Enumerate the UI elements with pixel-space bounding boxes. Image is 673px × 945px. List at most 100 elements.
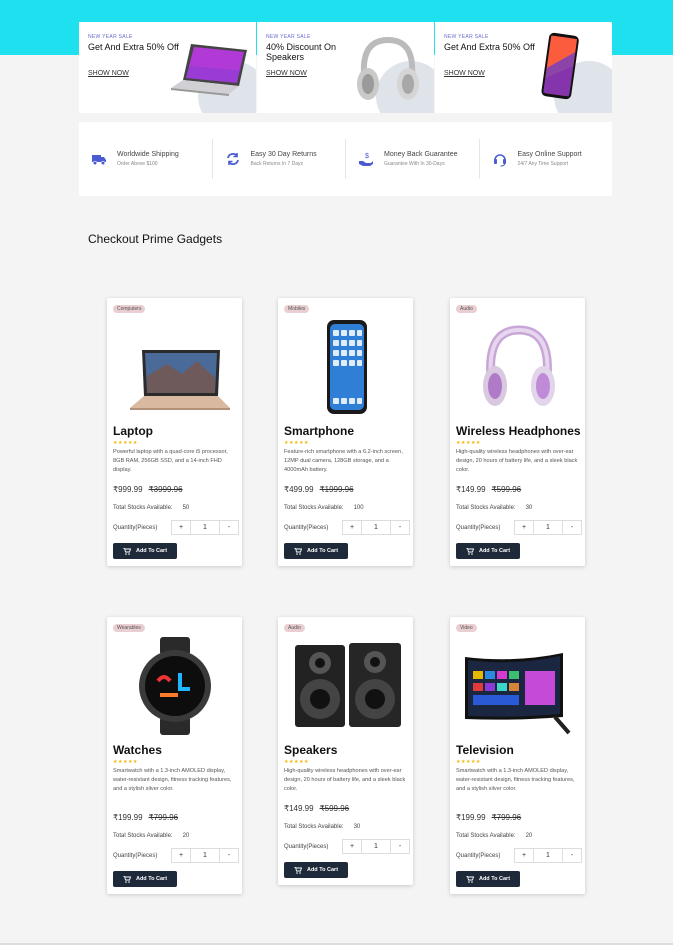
stock-count: 30	[525, 505, 533, 511]
category-badge: Video	[456, 624, 477, 632]
decrement-button[interactable]: -	[391, 521, 409, 534]
truck-icon	[92, 155, 106, 166]
decrement-button[interactable]: -	[563, 849, 581, 862]
product-name: Laptop	[113, 424, 153, 438]
quantity-label: Quantity(Pieces)	[113, 524, 158, 531]
quantity-label: Quantity(Pieces)	[456, 852, 501, 859]
quantity-value[interactable]: 1	[190, 521, 220, 534]
product-name: Smartphone	[284, 424, 355, 438]
increment-button[interactable]: +	[172, 521, 190, 534]
stock-label: Total Stocks Available:	[113, 833, 173, 839]
stock-info: Total Stocks Available: 100	[284, 505, 364, 511]
current-price: ₹149.99	[456, 485, 486, 494]
show-now-link[interactable]: Show Now	[444, 70, 485, 77]
quantity-row: Quantity(Pieces) +1-	[113, 848, 239, 863]
quantity-label: Quantity(Pieces)	[284, 843, 329, 850]
stock-info: Total Stocks Available: 20	[456, 833, 532, 839]
quantity-stepper: +1-	[171, 520, 239, 535]
stock-info: Total Stocks Available: 20	[113, 833, 189, 839]
headset-icon	[493, 154, 506, 167]
add-to-cart-label: Add To Cart	[135, 548, 168, 554]
headphones-image	[483, 325, 555, 406]
show-now-link[interactable]: Show Now	[266, 70, 307, 77]
stock-label: Total Stocks Available:	[284, 824, 344, 830]
quantity-row: Quantity(Pieces) +1-	[284, 520, 410, 535]
television-image	[465, 653, 571, 735]
cart-icon	[293, 866, 302, 874]
quantity-row: Quantity(Pieces) +1-	[113, 520, 239, 535]
product-description: Smartwatch with a 1.3-inch AMOLED displa…	[456, 768, 575, 792]
rating-stars: ★★★★★	[284, 440, 309, 446]
product-description: Feature-rich smartphone with a 6.2-inch …	[284, 449, 403, 473]
stock-count: 100	[353, 505, 364, 511]
increment-button[interactable]: +	[515, 849, 533, 862]
stock-count: 20	[525, 833, 533, 839]
add-to-cart-label: Add To Cart	[478, 876, 511, 882]
feature-title: Easy 30 Day Returns	[250, 151, 317, 158]
add-to-cart-button[interactable]: Add To Cart	[113, 871, 177, 887]
current-price: ₹499.99	[284, 485, 314, 494]
show-now-link[interactable]: Show Now	[88, 70, 129, 77]
feature-subtitle: 24/7 Any Time Support	[517, 161, 569, 167]
promo-headline: 40% Discount On Speakers	[266, 42, 337, 62]
promo-card-laptop[interactable]: New Year Sale Get And Extra 50% Off Show…	[79, 22, 256, 113]
quantity-value[interactable]: 1	[361, 840, 391, 853]
increment-button[interactable]: +	[343, 521, 361, 534]
increment-button[interactable]: +	[172, 849, 190, 862]
increment-button[interactable]: +	[343, 840, 361, 853]
add-to-cart-label: Add To Cart	[306, 548, 339, 554]
current-price: ₹999.99	[113, 485, 143, 494]
product-name: Speakers	[284, 743, 338, 757]
rating-stars: ★★★★★	[456, 440, 481, 446]
features-bar: Worldwide Shipping Order Above $100 Easy …	[79, 122, 612, 196]
stock-label: Total Stocks Available:	[456, 505, 516, 511]
promo-card-smartphone[interactable]: New Year Sale Get And Extra 50% Off Show…	[435, 22, 612, 113]
cart-icon	[122, 547, 131, 555]
category-badge: Wearables	[113, 624, 145, 632]
category-badge: Audio	[456, 305, 477, 313]
product-name: Watches	[113, 743, 162, 757]
decrement-button[interactable]: -	[391, 840, 409, 853]
quantity-value[interactable]: 1	[533, 521, 563, 534]
cart-icon	[465, 547, 474, 555]
add-to-cart-label: Add To Cart	[135, 876, 168, 882]
promo-banner-row: New Year Sale Get And Extra 50% Off Show…	[79, 22, 612, 113]
price: ₹199.99 ₹799.96	[113, 813, 178, 822]
promo-tag: New Year Sale	[444, 34, 489, 40]
product-card: Audio Speakers ★★★★★ High-quality wirele…	[278, 617, 413, 885]
decrement-button[interactable]: -	[220, 521, 238, 534]
rating-stars: ★★★★★	[456, 759, 481, 765]
quantity-value[interactable]: 1	[190, 849, 220, 862]
laptop-icon	[171, 44, 247, 96]
add-to-cart-button[interactable]: Add To Cart	[113, 543, 177, 559]
category-badge: Mobiles	[284, 305, 310, 313]
quantity-value[interactable]: 1	[361, 521, 391, 534]
stock-label: Total Stocks Available:	[113, 505, 173, 511]
current-price: ₹199.99	[113, 813, 143, 822]
increment-button[interactable]: +	[515, 521, 533, 534]
product-card: Wearables Watches ★★★★★ Smartwatch with …	[107, 617, 242, 894]
quantity-value[interactable]: 1	[533, 849, 563, 862]
decrement-button[interactable]: -	[563, 521, 581, 534]
current-price: ₹149.99	[284, 804, 314, 813]
feature-subtitle: Order Above $100	[117, 161, 158, 167]
smartphone-image	[327, 320, 367, 414]
add-to-cart-button[interactable]: Add To Cart	[456, 871, 520, 887]
rating-stars: ★★★★★	[284, 759, 309, 765]
quantity-stepper: +1-	[514, 848, 582, 863]
current-price: ₹199.99	[456, 813, 486, 822]
add-to-cart-button[interactable]: Add To Cart	[456, 543, 520, 559]
promo-headline: Get And Extra 50% Off	[444, 42, 535, 52]
add-to-cart-label: Add To Cart	[478, 548, 511, 554]
decrement-button[interactable]: -	[220, 849, 238, 862]
promo-card-speakers[interactable]: New Year Sale 40% Discount On Speakers S…	[257, 22, 434, 113]
product-description: Smartwatch with a 1.3-inch AMOLED displa…	[113, 768, 232, 792]
add-to-cart-button[interactable]: Add To Cart	[284, 543, 348, 559]
add-to-cart-button[interactable]: Add To Cart	[284, 862, 348, 878]
cart-icon	[122, 875, 131, 883]
stock-count: 20	[182, 833, 190, 839]
feature-support: Easy Online Support 24/7 Any Time Support	[478, 139, 613, 179]
product-card: Mobiles Smartphone ★★★★★ Feature-rich sm…	[278, 298, 413, 566]
product-card: Audio Wireless Headphones ★★★★★ High-qua…	[450, 298, 585, 566]
quantity-stepper: +1-	[171, 848, 239, 863]
